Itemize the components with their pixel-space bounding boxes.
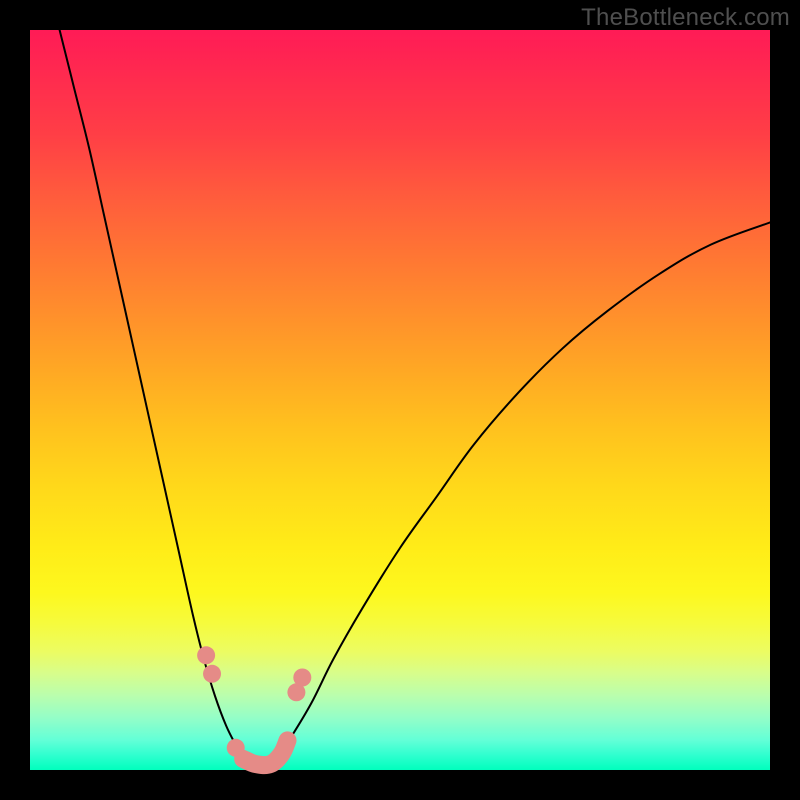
marker-right-upper-pair-1 [293, 669, 311, 687]
marker-left-upper-pair-0 [197, 646, 215, 664]
bottleneck-curve [60, 30, 770, 766]
marker-layer [197, 646, 311, 765]
marker-left-upper-pair-1 [203, 665, 221, 683]
plot-area [30, 30, 770, 770]
marker-valley-worm [243, 740, 287, 765]
chart-frame: TheBottleneck.com [0, 0, 800, 800]
watermark-text: TheBottleneck.com [581, 4, 790, 32]
curve-svg [30, 30, 770, 770]
curve-layer [60, 30, 770, 766]
